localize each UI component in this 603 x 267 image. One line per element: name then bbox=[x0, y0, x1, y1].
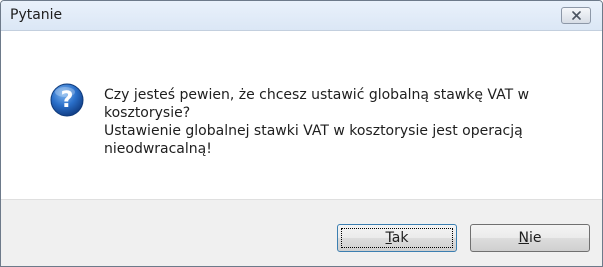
question-dialog: Pytanie ? Czy jesteś pewien, że chcesz u… bbox=[0, 0, 603, 267]
svg-text:?: ? bbox=[61, 88, 74, 113]
close-x-icon bbox=[572, 11, 581, 20]
message-text: Czy jesteś pewien, że chcesz ustawić glo… bbox=[104, 86, 574, 158]
yes-button[interactable]: Tak bbox=[337, 224, 457, 252]
dialog-content: ? Czy jesteś pewien, że chcesz ustawić g… bbox=[1, 31, 602, 199]
window-title: Pytanie bbox=[10, 7, 63, 23]
focus-indicator bbox=[341, 228, 453, 248]
message-line-2: Ustawienie globalnej stawki VAT w koszto… bbox=[104, 123, 523, 157]
no-button[interactable]: Nie bbox=[470, 224, 590, 252]
message-line-1: Czy jesteś pewien, że chcesz ustawić glo… bbox=[104, 87, 530, 121]
button-bar: Tak Nie bbox=[1, 199, 602, 266]
no-button-label: ie bbox=[528, 230, 542, 246]
question-icon: ? bbox=[50, 83, 84, 117]
no-button-accelerator: N bbox=[518, 230, 529, 246]
title-bar[interactable]: Pytanie bbox=[1, 1, 602, 31]
close-button[interactable] bbox=[561, 7, 591, 24]
